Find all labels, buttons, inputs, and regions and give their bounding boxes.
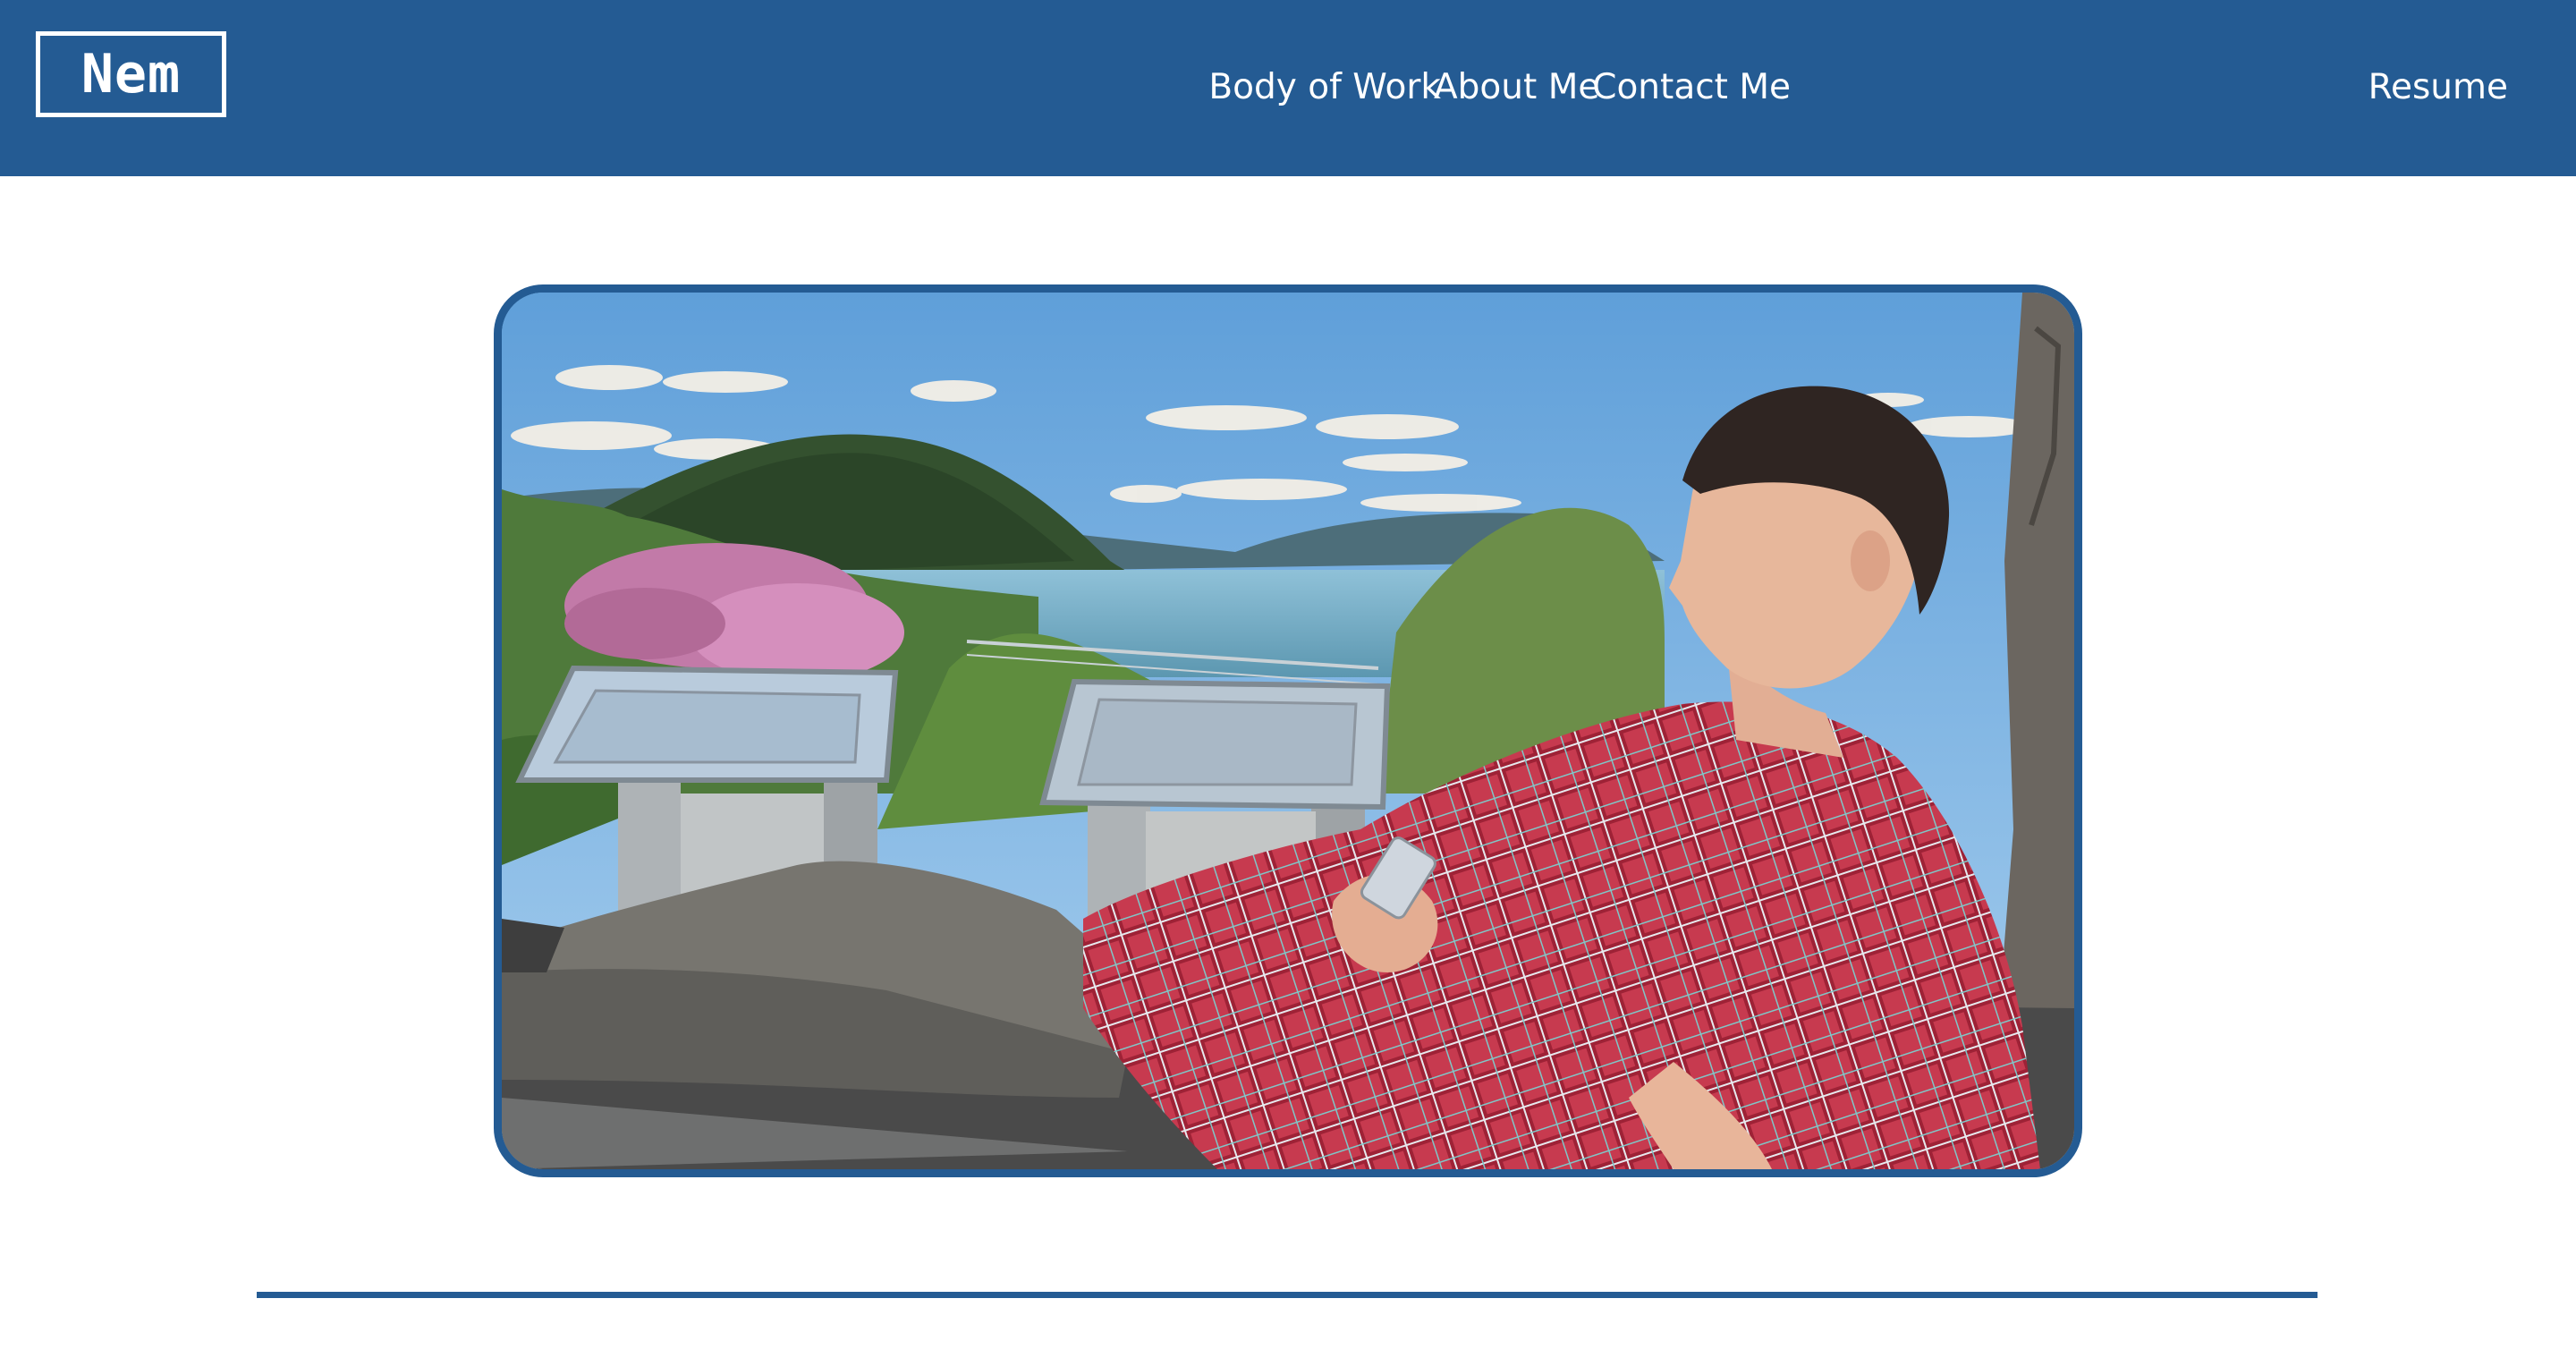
nav-body-of-work[interactable]: Body of Work: [1208, 63, 1441, 113]
hero-photo-illustration: [502, 293, 2074, 1169]
nav-contact-me[interactable]: Contact Me: [1592, 63, 1791, 113]
nav-resume[interactable]: Resume: [2368, 63, 2508, 113]
logo-home-link[interactable]: Nem: [36, 31, 226, 117]
top-navbar: Nem About Me Body of Work Contact Me Res…: [0, 0, 2576, 176]
nav-about-me[interactable]: About Me: [1434, 63, 1599, 113]
hero-photo: [494, 284, 2082, 1177]
section-divider: [257, 1292, 2318, 1298]
